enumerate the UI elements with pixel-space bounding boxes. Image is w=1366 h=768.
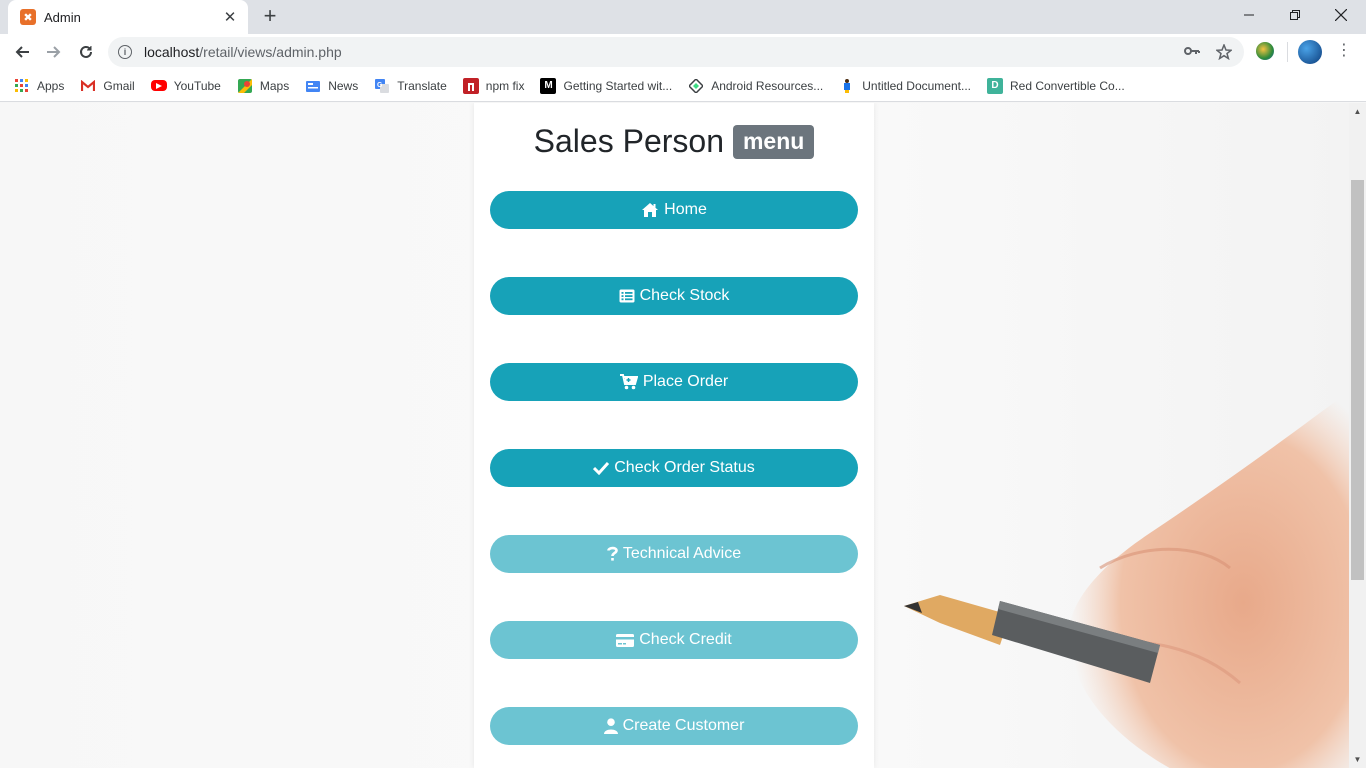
- bookmark-gmail[interactable]: Gmail: [80, 78, 135, 94]
- home-label: Home: [664, 201, 707, 218]
- question-icon: [607, 546, 618, 561]
- browser-tab[interactable]: ✖ Admin ✕: [8, 0, 248, 34]
- reload-icon: [80, 45, 92, 58]
- check-stock-button[interactable]: Check Stock: [490, 277, 858, 315]
- technical-advice-label: Technical Advice: [622, 545, 742, 562]
- scroll-up-arrow-icon[interactable]: ▲: [1349, 103, 1366, 120]
- restore-icon: [1290, 10, 1300, 20]
- page-viewport: Sales Person menu Home Check Stock Place…: [0, 103, 1349, 768]
- xampp-icon: ✖: [20, 9, 36, 25]
- svg-text:G: G: [377, 82, 383, 89]
- tab-strip: ✖ Admin ✕ +: [0, 0, 1366, 34]
- reload-button[interactable]: [72, 38, 100, 66]
- bookmark-label: YouTube: [173, 78, 221, 93]
- bookmark-red-convertible[interactable]: D Red Convertible Co...: [986, 77, 1125, 94]
- document-icon: [839, 78, 855, 94]
- url-path: /retail/views/admin.php: [199, 44, 342, 60]
- check-credit-button[interactable]: Check Credit: [490, 621, 858, 659]
- page-heading: Sales Person menu: [474, 123, 874, 160]
- bookmark-news[interactable]: News: [305, 78, 358, 94]
- bookmark-label: Getting Started wit...: [563, 78, 673, 93]
- npm-icon: [462, 77, 479, 94]
- bookmark-label: npm fix: [485, 78, 525, 93]
- bookmark-apps[interactable]: Apps: [14, 78, 64, 94]
- user-icon: [603, 718, 618, 734]
- bookmark-youtube[interactable]: YouTube: [150, 78, 221, 93]
- medium-icon: M: [540, 77, 557, 94]
- bookmark-star-icon[interactable]: [1215, 42, 1233, 64]
- new-tab-button[interactable]: +: [258, 5, 282, 29]
- url-host: localhost: [144, 44, 200, 60]
- bookmark-label: Android Resources...: [711, 78, 824, 93]
- toolbar-divider: [1287, 42, 1288, 62]
- pencil-hand-image: [904, 391, 1349, 768]
- bookmark-android-resources[interactable]: Android Resources...: [688, 78, 823, 94]
- check-icon: [593, 461, 610, 475]
- info-icon[interactable]: i: [118, 45, 132, 59]
- bookmark-translate[interactable]: G Translate: [374, 78, 447, 94]
- check-stock-label: Check Stock: [639, 287, 730, 304]
- bookmark-label: Translate: [397, 78, 447, 93]
- restore-button[interactable]: [1272, 0, 1318, 30]
- list-icon: [619, 289, 635, 303]
- close-tab-icon[interactable]: ✕: [222, 8, 238, 26]
- bookmark-untitled-document[interactable]: Untitled Document...: [839, 78, 971, 94]
- vertical-scrollbar[interactable]: ▲ ▼: [1349, 103, 1366, 768]
- bookmark-label: Red Convertible Co...: [1009, 78, 1125, 93]
- maps-icon: [237, 78, 253, 94]
- apps-grid-icon: [14, 78, 30, 94]
- minimize-icon: [1244, 14, 1254, 16]
- url-text[interactable]: localhost/retail/views/admin.php: [144, 44, 342, 60]
- place-order-label: Place Order: [642, 373, 729, 390]
- bookmarks-bar: Apps Gmail YouTube Maps News G Translate…: [0, 70, 1366, 102]
- docs-icon: D: [986, 77, 1003, 94]
- bookmark-label: News: [328, 78, 359, 93]
- scroll-down-arrow-icon[interactable]: ▼: [1349, 751, 1366, 768]
- close-window-button[interactable]: [1318, 0, 1364, 30]
- bookmark-label: Untitled Document...: [862, 78, 971, 93]
- credit-card-icon: [616, 633, 635, 647]
- bookmark-npm-fix[interactable]: npm fix: [462, 77, 525, 94]
- bookmark-label: Gmail: [103, 78, 135, 93]
- close-window-icon: [1335, 9, 1347, 21]
- back-arrow-icon: [15, 46, 29, 58]
- menu-badge: menu: [732, 124, 815, 159]
- home-icon: [642, 203, 659, 217]
- extension-globe-icon[interactable]: [1256, 42, 1274, 60]
- scrollbar-thumb[interactable]: [1351, 180, 1364, 580]
- bookmark-getting-started[interactable]: M Getting Started wit...: [540, 77, 673, 94]
- gmail-icon: [80, 78, 96, 94]
- create-customer-label: Create Customer: [622, 717, 745, 734]
- more-menu-icon[interactable]: ⋮: [1336, 40, 1352, 60]
- address-bar[interactable]: i localhost/retail/views/admin.php: [108, 37, 1244, 67]
- android-resources-icon: [688, 78, 704, 94]
- profile-avatar[interactable]: [1298, 40, 1322, 64]
- minimize-button[interactable]: [1226, 0, 1272, 30]
- cart-icon: [619, 374, 638, 390]
- bookmark-maps[interactable]: Maps: [237, 78, 289, 94]
- forward-button[interactable]: [40, 38, 68, 66]
- page-title: Sales Person: [533, 123, 724, 159]
- back-button[interactable]: [8, 38, 36, 66]
- browser-toolbar: i localhost/retail/views/admin.php ⋮: [0, 34, 1366, 70]
- check-credit-label: Check Credit: [639, 631, 732, 648]
- create-customer-button[interactable]: Create Customer: [490, 707, 858, 745]
- check-order-status-label: Check Order Status: [614, 459, 755, 476]
- bookmark-label: Maps: [259, 78, 290, 93]
- check-order-status-button[interactable]: Check Order Status: [490, 449, 858, 487]
- place-order-button[interactable]: Place Order: [490, 363, 858, 401]
- bookmark-label: Apps: [37, 78, 65, 93]
- technical-advice-button[interactable]: Technical Advice: [490, 535, 858, 573]
- key-icon[interactable]: [1184, 44, 1200, 62]
- news-icon: [305, 78, 321, 94]
- translate-icon: G: [374, 78, 390, 94]
- forward-arrow-icon: [47, 46, 61, 58]
- youtube-icon: [150, 80, 167, 91]
- tab-title: Admin: [44, 9, 81, 25]
- menu-panel: Sales Person menu Home Check Stock Place…: [474, 103, 874, 768]
- home-button[interactable]: Home: [490, 191, 858, 229]
